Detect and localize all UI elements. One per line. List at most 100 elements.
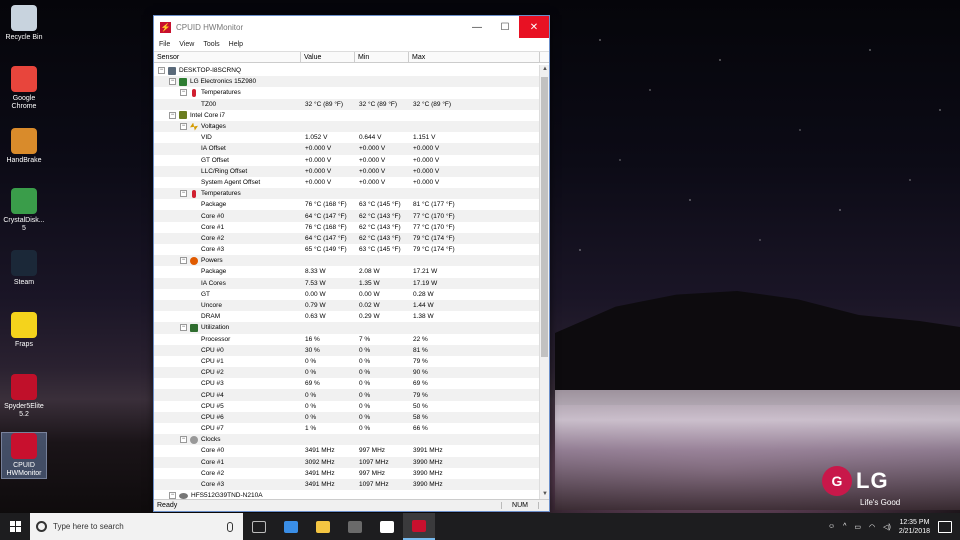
clk-icon — [190, 435, 198, 444]
sensor-row[interactable]: Processor 16 % 7 % 22 % — [154, 334, 540, 345]
sensor-row[interactable]: Core #2 3491 MHz 997 MHz 3990 MHz — [154, 468, 540, 479]
volume-icon[interactable]: ◁) — [883, 523, 891, 531]
sensor-row[interactable]: − Intel Core i7 — [154, 110, 540, 121]
minimize-button[interactable]: — — [463, 16, 491, 38]
start-button[interactable] — [0, 513, 30, 540]
sensor-row[interactable]: − Clocks — [154, 434, 540, 446]
sensor-min: 997 MHz — [359, 447, 386, 455]
desktop-icon-steam[interactable]: Steam — [2, 250, 46, 287]
vertical-scrollbar[interactable]: ▲ ▼ — [539, 65, 549, 500]
sensor-row[interactable]: TZ00 32 °C (89 °F) 32 °C (89 °F) 32 °C (89 … — [154, 98, 540, 110]
sensor-row[interactable]: CPU #7 1 % 0 % 66 % — [154, 423, 540, 434]
sensor-row[interactable]: − Powers — [154, 255, 540, 267]
sensor-row[interactable]: DRAM 0.63 W 0.29 W 1.38 W — [154, 311, 540, 322]
sensor-min: 0 % — [359, 413, 371, 421]
app-icon — [11, 433, 37, 459]
hwmonitor-window[interactable]: ⚡ CPUID HWMonitor — ☐ ✕ File View Tools Hel… — [153, 15, 550, 512]
sensor-row[interactable]: System Agent Offset +0.000 V +0.000 V +0.00… — [154, 177, 540, 188]
desktop-icon-fraps[interactable]: Fraps — [2, 312, 46, 349]
taskbar-edge-button[interactable] — [275, 513, 307, 540]
collapse-icon[interactable]: − — [169, 78, 176, 86]
search-box[interactable]: Type here to search — [30, 513, 243, 540]
desktop-icon-handbrake[interactable]: HandBrake — [2, 128, 46, 165]
menu-file[interactable]: File — [159, 41, 170, 48]
sensor-row[interactable]: Core #0 64 °C (147 °F) 62 °C (143 °F) 77 °C… — [154, 210, 540, 222]
desktop-icon-spyder5elite-5-2[interactable]: Spyder5Elite 5.2 — [2, 374, 46, 419]
desktop-icon-crystaldisk-5[interactable]: CrystalDisk... 5 — [2, 188, 46, 233]
collapse-icon[interactable]: − — [180, 324, 187, 332]
sensor-row[interactable]: − Temperatures — [154, 188, 540, 200]
taskbar-task-view-button[interactable] — [243, 513, 275, 540]
taskbar-mail-button[interactable] — [371, 513, 403, 540]
close-button[interactable]: ✕ — [519, 16, 549, 38]
sensor-row[interactable]: CPU #2 0 % 0 % 90 % — [154, 367, 540, 379]
collapse-icon[interactable]: − — [158, 67, 165, 75]
taskbar-hwmonitor-button[interactable] — [403, 513, 435, 540]
maximize-button[interactable]: ☐ — [491, 16, 519, 38]
sensor-row[interactable]: CPU #4 0 % 0 % 79 % — [154, 389, 540, 401]
sensor-row[interactable]: Core #1 76 °C (168 °F) 62 °C (143 °F) 77 °C… — [154, 222, 540, 233]
sensor-row[interactable]: − Utilization — [154, 322, 540, 334]
desktop-icon-recycle-bin[interactable]: Recycle Bin — [2, 5, 46, 42]
notifications-icon[interactable] — [938, 520, 952, 533]
collapse-icon[interactable]: − — [180, 436, 187, 444]
app-icon — [11, 374, 37, 400]
sensor-row[interactable]: − LG Electronics 15Z980 — [154, 76, 540, 88]
collapse-icon[interactable]: − — [169, 111, 176, 119]
desktop-icon-cpuid-hwmonitor[interactable]: CPUID HWMonitor — [1, 432, 47, 479]
sensor-row[interactable]: − Voltages — [154, 120, 540, 133]
sensor-row[interactable]: CPU #1 0 % 0 % 79 % — [154, 356, 540, 367]
collapse-icon[interactable]: − — [180, 257, 187, 265]
sensor-row[interactable]: Core #1 3092 MHz 1097 MHz 3990 MHz — [154, 456, 540, 468]
sensor-row[interactable]: − DESKTOP-I8SCRNQ — [154, 65, 540, 76]
collapse-icon[interactable]: − — [180, 190, 187, 198]
desktop-icon-google-chrome[interactable]: Google Chrome — [2, 66, 46, 111]
sensor-row[interactable]: GT Offset +0.000 V +0.000 V +0.000 V — [154, 155, 540, 166]
sensor-row[interactable]: IA Cores 7.53 W 1.35 W 17.19 W — [154, 277, 540, 289]
sensor-max: +0.000 V — [413, 167, 440, 175]
collapse-icon[interactable]: − — [180, 89, 187, 97]
battery-icon[interactable]: ▭ — [854, 523, 861, 531]
menu-view[interactable]: View — [179, 41, 194, 48]
title-bar[interactable]: ⚡ CPUID HWMonitor — ☐ ✕ — [154, 16, 549, 38]
column-value[interactable]: Value — [301, 52, 355, 62]
taskbar-file-explorer-button[interactable] — [307, 513, 339, 540]
sensor-label: CPU #2 — [201, 369, 224, 377]
column-min[interactable]: Min — [355, 52, 409, 62]
chevron-up-icon[interactable]: ^ — [843, 523, 846, 530]
people-icon[interactable]: ☺ — [828, 523, 835, 530]
sensor-row[interactable]: CPU #0 30 % 0 % 81 % — [154, 344, 540, 356]
sensor-value: 69 % — [305, 380, 320, 388]
sensor-max: 3990 MHz — [413, 458, 443, 466]
wifi-icon[interactable]: ◠ — [869, 523, 875, 531]
sensor-row[interactable]: Core #3 65 °C (149 °F) 63 °C (145 °F) 79 °C… — [154, 244, 540, 255]
sensor-label: GT Offset — [201, 156, 229, 164]
sensor-row[interactable]: − Temperatures — [154, 87, 540, 98]
sensor-row[interactable]: CPU #6 0 % 0 % 58 % — [154, 411, 540, 423]
collapse-icon[interactable]: − — [180, 123, 187, 131]
sensor-row[interactable]: CPU #3 69 % 0 % 69 % — [154, 378, 540, 389]
microphone-icon[interactable] — [227, 521, 233, 532]
sensor-row[interactable]: LLC/Ring Offset +0.000 V +0.000 V +0.000 V — [154, 165, 540, 177]
sensor-row[interactable]: CPU #5 0 % 0 % 50 % — [154, 401, 540, 412]
sensor-row[interactable]: Core #0 3491 MHz 997 MHz 3991 MHz — [154, 445, 540, 456]
sensor-row[interactable]: Uncore 0.79 W 0.02 W 1.44 W — [154, 299, 540, 312]
sensor-row[interactable]: Package 8.33 W 2.08 W 17.21 W — [154, 266, 540, 277]
sensor-tree[interactable]: − DESKTOP-I8SCRNQ − LG Electronics 15Z980− T… — [154, 65, 540, 500]
menu-help[interactable]: Help — [229, 41, 243, 48]
desktop-icon-label: Google Chrome — [11, 95, 37, 110]
sensor-row[interactable]: Core #2 64 °C (147 °F) 62 °C (143 °F) 79 °C… — [154, 232, 540, 244]
column-sensor[interactable]: Sensor — [154, 52, 301, 62]
clock[interactable]: 12:35 PM 2/21/2018 — [899, 518, 930, 536]
column-max[interactable]: Max — [409, 52, 540, 62]
sensor-row[interactable]: IA Offset +0.000 V +0.000 V +0.000 V — [154, 143, 540, 155]
sensor-row[interactable]: Core #3 3491 MHz 1097 MHz 3990 MHz — [154, 478, 540, 491]
taskbar-store-button[interactable] — [339, 513, 371, 540]
menu-tools[interactable]: Tools — [203, 41, 219, 48]
sensor-row[interactable]: VID 1.052 V 0.644 V 1.151 V — [154, 132, 540, 143]
scrollbar-thumb[interactable] — [541, 77, 548, 357]
sensor-row[interactable]: GT 0.00 W 0.00 W 0.28 W — [154, 289, 540, 300]
sensor-row[interactable]: Package 76 °C (168 °F) 63 °C (145 °F) 81 °C… — [154, 199, 540, 210]
scroll-down-icon[interactable]: ▼ — [541, 491, 549, 499]
scroll-up-icon[interactable]: ▲ — [541, 66, 549, 74]
